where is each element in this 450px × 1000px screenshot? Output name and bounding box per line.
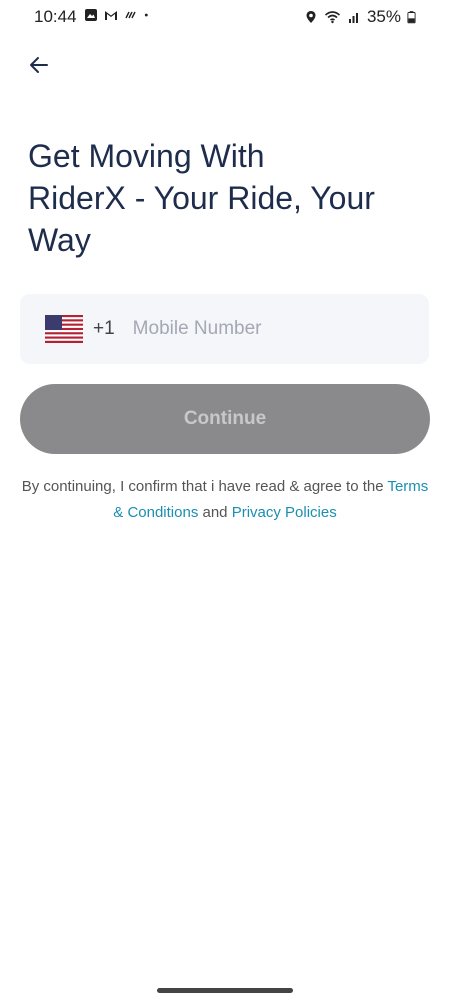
legal-and: and (202, 504, 228, 521)
page-title: Get Moving With RiderX - Your Ride, Your… (28, 138, 375, 258)
image-icon (85, 9, 97, 21)
back-arrow-icon (30, 57, 48, 73)
home-indicator[interactable] (157, 988, 293, 993)
gmail-icon (105, 11, 117, 20)
dot-icon (144, 13, 148, 17)
battery-percentage: 35% (366, 7, 401, 26)
status-left-icons (84, 8, 152, 22)
back-button[interactable] (24, 50, 54, 80)
legal-text: By continuing, I confirm that i have rea… (20, 474, 430, 526)
continue-button[interactable]: Continue (20, 384, 430, 454)
legal-prefix: By continuing, I confirm that i have rea… (21, 478, 384, 495)
phone-field[interactable]: +1 (20, 294, 429, 364)
dial-code[interactable]: +1 (93, 318, 115, 340)
mobile-number-input[interactable] (132, 318, 353, 340)
privacy-link[interactable]: Privacy Policies (232, 504, 337, 521)
screen: 10:44 35% Get Moving With RiderX - Your … (0, 0, 450, 1000)
location-icon (306, 11, 316, 23)
status-time: 10:44 (34, 7, 77, 26)
signal-scribble-icon (125, 11, 136, 19)
battery-icon (407, 11, 416, 24)
status-right: 35% (304, 7, 416, 27)
status-bar: 10:44 35% (0, 0, 450, 34)
wifi-icon (324, 11, 340, 24)
cell-signal-icon (348, 13, 358, 23)
us-flag-icon[interactable] (45, 315, 83, 343)
